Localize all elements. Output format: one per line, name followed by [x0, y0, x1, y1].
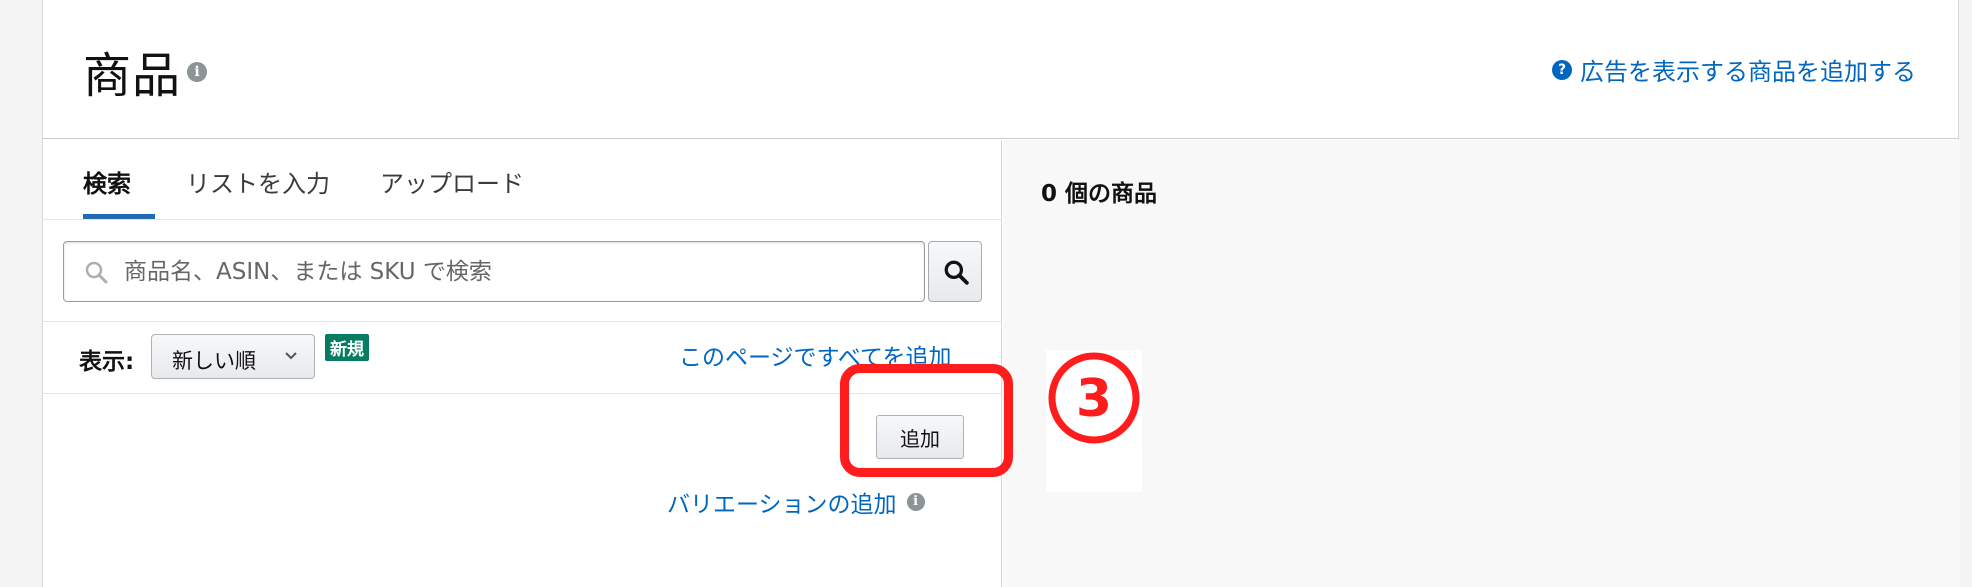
help-question-icon: ?: [1552, 59, 1572, 80]
selected-products-pane: 0 個の商品: [1003, 140, 1960, 587]
new-badge: 新規: [325, 334, 369, 361]
tab-enter-list[interactable]: リストを入力: [186, 164, 330, 199]
variation-link-label: バリエーションの追加: [667, 492, 897, 518]
page-title: 商品: [83, 48, 182, 104]
magnifier-icon: [944, 260, 969, 285]
info-icon[interactable]: i: [187, 62, 207, 82]
step-number-marker: 3: [1048, 352, 1140, 444]
chevron-down-icon: [285, 352, 297, 360]
panel-header: 商品 i ? 広告を表示する商品を追加する: [43, 0, 1958, 139]
tab-bar: 検索 リストを入力 アップロード: [43, 140, 1001, 220]
info-icon[interactable]: i: [906, 493, 925, 511]
active-tab-indicator: [83, 214, 155, 219]
product-count: 0 個の商品: [1041, 181, 1158, 207]
display-label: 表示:: [79, 349, 135, 375]
search-input[interactable]: [124, 254, 904, 290]
highlight-annotation-box: [840, 364, 1013, 477]
search-field[interactable]: [63, 241, 925, 302]
step-number: 3: [1076, 369, 1112, 429]
sort-value: 新しい順: [172, 349, 256, 373]
add-products-help-link[interactable]: ? 広告を表示する商品を追加する: [1552, 52, 1916, 87]
search-row: [63, 241, 982, 303]
sort-dropdown[interactable]: 新しい順: [151, 334, 315, 379]
tab-upload[interactable]: アップロード: [380, 164, 524, 199]
tab-search[interactable]: 検索: [83, 164, 131, 199]
products-panel: 商品 i ? 広告を表示する商品を追加する 検索 リストを入力 アップロード 商…: [42, 0, 1960, 587]
search-icon: [85, 261, 108, 284]
help-link-label: 広告を表示する商品を追加する: [1580, 58, 1916, 86]
search-button[interactable]: [928, 241, 982, 302]
add-variations-link[interactable]: バリエーションの追加 i: [667, 485, 925, 519]
